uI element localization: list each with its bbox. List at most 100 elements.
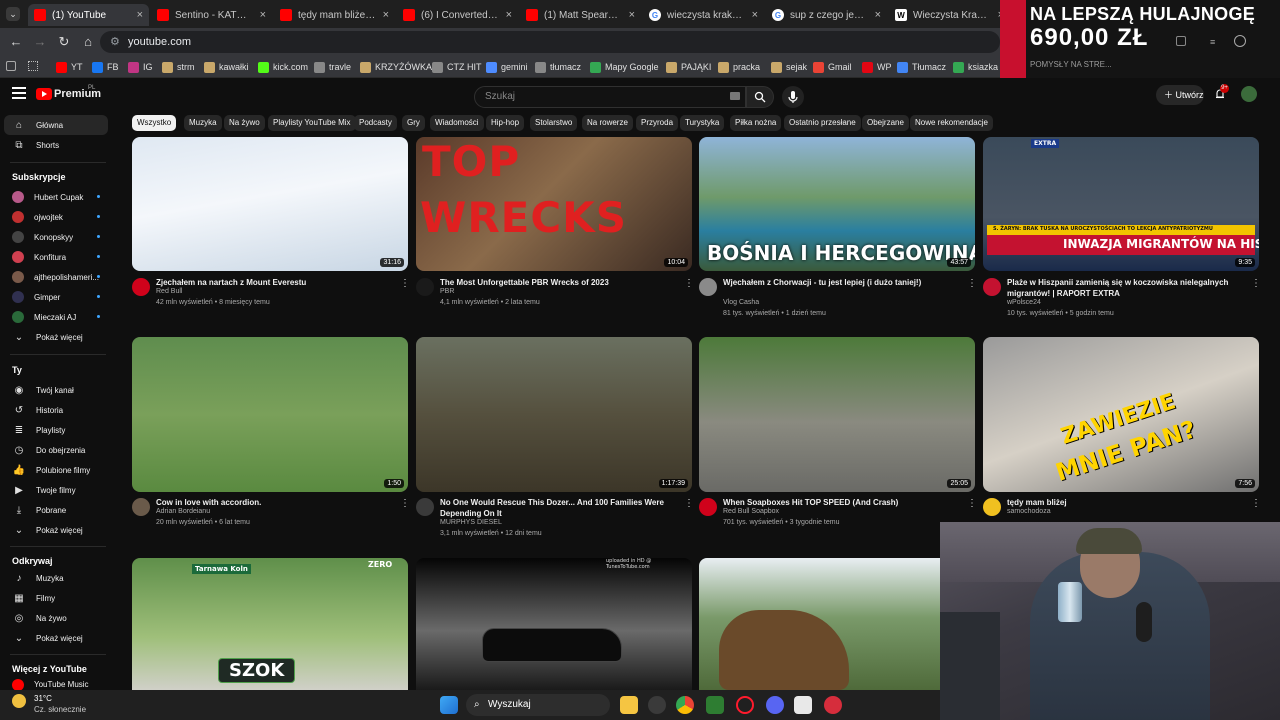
- channel-name[interactable]: MURPHYS DIESEL: [440, 519, 502, 526]
- you-header[interactable]: Ty: [12, 365, 22, 375]
- filter-chip[interactable]: Ostatnio przesłane: [784, 115, 861, 131]
- video-title[interactable]: The Most Unforgettable PBR Wrecks of 202…: [440, 277, 672, 288]
- start-windows-icon[interactable]: [440, 696, 458, 714]
- subscription-item[interactable]: ajthepolishameri...: [4, 267, 108, 287]
- filter-chip[interactable]: Gry: [402, 115, 425, 131]
- close-tab-icon[interactable]: ×: [260, 9, 266, 21]
- more-options-icon[interactable]: ⋮: [684, 278, 694, 289]
- video-title[interactable]: No One Would Rescue This Dozer... And 10…: [440, 497, 672, 519]
- browser-tab[interactable]: (1) Matt Spears - You ×: [520, 4, 641, 26]
- close-tab-icon[interactable]: ×: [752, 9, 758, 21]
- bookmark-item[interactable]: PAJĄKI: [666, 59, 711, 75]
- filter-chip[interactable]: Muzyka: [184, 115, 222, 131]
- profile-browser-icon[interactable]: [1234, 35, 1246, 47]
- more-options-icon[interactable]: ⋮: [1251, 498, 1261, 509]
- hamburger-menu-icon[interactable]: [12, 87, 26, 101]
- channel-avatar[interactable]: [699, 278, 717, 296]
- channel-avatar[interactable]: [983, 498, 1001, 516]
- bookmark-item[interactable]: pracka: [718, 59, 760, 75]
- video-thumbnail[interactable]: 1:17:39: [416, 337, 692, 492]
- video-thumbnail[interactable]: TOP WRECKS 10:04: [416, 137, 692, 271]
- account-avatar[interactable]: [1241, 86, 1257, 102]
- video-title[interactable]: tędy mam bliżej: [1007, 497, 1239, 508]
- tab-list-dropdown[interactable]: ⌄: [6, 7, 20, 21]
- app-window-icon[interactable]: [794, 696, 812, 714]
- video-thumbnail[interactable]: Tarnawa Koln SZOK ZERO: [132, 558, 408, 690]
- video-thumbnail[interactable]: 31:16: [132, 137, 408, 271]
- close-tab-icon[interactable]: ×: [137, 9, 143, 21]
- subscription-item[interactable]: Gimper: [4, 287, 108, 307]
- filter-chip[interactable]: Playlisty YouTube Mix: [268, 115, 356, 131]
- sidebar-item[interactable]: YouTube Music: [4, 679, 108, 690]
- video-thumbnail[interactable]: BOŚNIA I HERCEGOWINA 43:57: [699, 137, 975, 271]
- keyboard-icon[interactable]: [730, 92, 740, 100]
- browser-tab[interactable]: Gwieczysta krakow wik ×: [643, 4, 764, 26]
- video-thumbnail[interactable]: S. ŻARYN: BRAK TUSKA NA UROCZYSTOŚCIACH …: [983, 137, 1259, 271]
- channel-name[interactable]: samochodoza: [1007, 508, 1051, 515]
- subscription-item[interactable]: Konfitura: [4, 247, 108, 267]
- sidebar-item[interactable]: ↺ Historia: [4, 400, 108, 420]
- sidebar-item[interactable]: ♪ Muzyka: [4, 568, 108, 588]
- browser-tab[interactable]: Sentino - KATHARSIS ×: [151, 4, 272, 26]
- bookmark-item[interactable]: travle: [314, 59, 351, 75]
- search-input[interactable]: Szukaj: [474, 86, 746, 108]
- close-tab-icon[interactable]: ×: [629, 9, 635, 21]
- tab-search-icon[interactable]: [6, 61, 16, 71]
- video-thumbnail[interactable]: uploaded in HD @ TunesToTube.com: [416, 558, 692, 690]
- channel-avatar[interactable]: [132, 498, 150, 516]
- chrome-icon[interactable]: [676, 696, 694, 714]
- channel-avatar[interactable]: [416, 498, 434, 516]
- sidebar-item[interactable]: ⤓ Pobrane: [4, 500, 108, 520]
- sidebar-item[interactable]: ◷ Do obejrzenia: [4, 440, 108, 460]
- subscriptions-header[interactable]: Subskrypcje: [12, 172, 66, 182]
- video-title[interactable]: Zjechałem na nartach z Mount Everestu: [156, 277, 388, 288]
- channel-name[interactable]: Vlog Casha: [723, 299, 759, 306]
- browser-tab[interactable]: (6) I Converted an El ×: [397, 4, 518, 26]
- site-info-icon[interactable]: ⚙: [110, 31, 120, 53]
- forward-icon[interactable]: →: [32, 34, 48, 50]
- filter-chip[interactable]: Obejrzane: [862, 115, 909, 131]
- bookmark-item[interactable]: sejak: [771, 59, 807, 75]
- more-options-icon[interactable]: ⋮: [400, 278, 410, 289]
- obs-icon[interactable]: [648, 696, 666, 714]
- channel-name[interactable]: Red Bull: [156, 288, 182, 295]
- back-icon[interactable]: ←: [8, 34, 24, 50]
- subscription-item[interactable]: ojwojtek: [4, 207, 108, 227]
- home-browser-icon[interactable]: ⌂: [80, 34, 96, 50]
- bookmark-item[interactable]: gemini: [486, 59, 528, 75]
- bookmark-item[interactable]: Mapy Google: [590, 59, 659, 75]
- streaming-app-icon[interactable]: [824, 696, 842, 714]
- search-button[interactable]: [746, 86, 774, 108]
- subscription-item[interactable]: Mieczaki AJ: [4, 307, 108, 327]
- more-options-icon[interactable]: ⋮: [1251, 278, 1261, 289]
- filter-chip[interactable]: Wiadomości: [430, 115, 484, 131]
- channel-name[interactable]: Red Bull Soapbox: [723, 508, 779, 515]
- browser-tab[interactable]: (1) YouTube ×: [28, 4, 149, 26]
- bookmark-item[interactable]: CTZ HIT: [432, 59, 482, 75]
- create-button[interactable]: ＋ Utwórz: [1156, 85, 1204, 105]
- video-thumbnail[interactable]: 25:05: [699, 337, 975, 492]
- more-options-icon[interactable]: ⋮: [967, 278, 977, 289]
- channel-avatar[interactable]: [983, 278, 1001, 296]
- video-thumbnail[interactable]: [699, 558, 975, 690]
- youtube-logo-icon[interactable]: [36, 88, 52, 100]
- filter-chip[interactable]: Nowe rekomendacje: [910, 115, 993, 131]
- close-tab-icon[interactable]: ×: [383, 9, 389, 21]
- video-thumbnail[interactable]: ZAWIEZIE MNIE PAN? 7:56: [983, 337, 1259, 492]
- sidebar-item[interactable]: ◉ Twój kanał: [4, 380, 108, 400]
- bookmark-item[interactable]: tłumacz: [535, 59, 581, 75]
- filter-chip[interactable]: Piłka nożna: [730, 115, 782, 131]
- channel-name[interactable]: wPolsce24: [1007, 299, 1041, 306]
- bookmark-item[interactable]: WP: [862, 59, 892, 75]
- video-title[interactable]: Plaże w Hiszpanii zamienią się w koczowi…: [1007, 277, 1239, 299]
- sidebar-item[interactable]: ⌄ Pokaż więcej: [4, 628, 108, 648]
- filter-chip[interactable]: Wszystko: [132, 115, 177, 131]
- discord-icon[interactable]: [766, 696, 784, 714]
- bookmark-item[interactable]: strm: [162, 59, 195, 75]
- video-title[interactable]: When Soapboxes Hit TOP SPEED (And Crash): [723, 497, 955, 508]
- more-options-icon[interactable]: ⋮: [967, 498, 977, 509]
- sidebar-item[interactable]: ⌄ Pokaż więcej: [4, 520, 108, 540]
- vpn-shield-icon[interactable]: [706, 696, 724, 714]
- filter-chip[interactable]: Stolarstwo: [530, 115, 578, 131]
- bookmark-item[interactable]: kick.com: [258, 59, 308, 75]
